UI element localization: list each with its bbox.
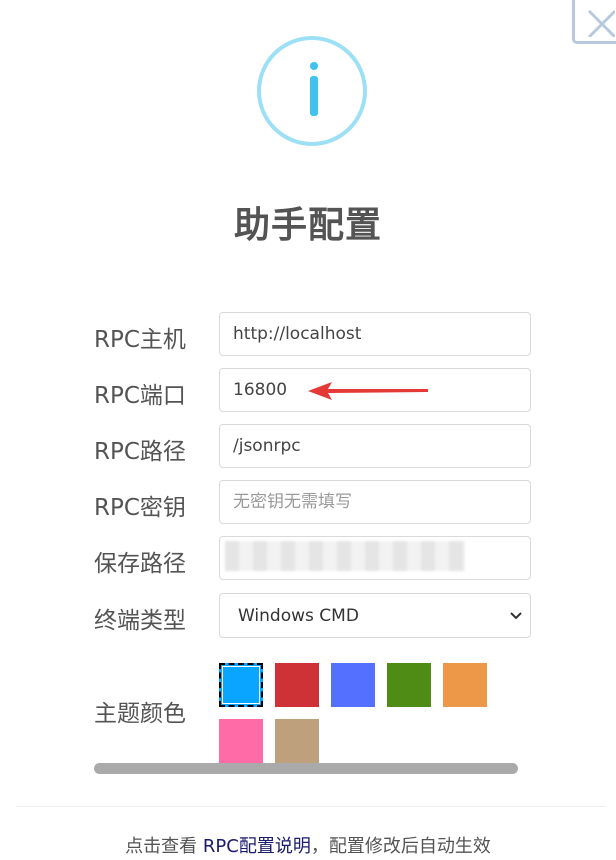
footer-suffix: ，配置修改后自动生效 [310, 836, 491, 857]
horizontal-scrollbar[interactable] [94, 763, 518, 774]
theme-color-label: 主题颜色 [94, 701, 186, 727]
theme-color-swatch[interactable] [275, 719, 319, 763]
rpc-host-label: RPC主机 [94, 327, 186, 353]
rpc-port-label: RPC端口 [94, 383, 186, 409]
info-icon [257, 36, 367, 146]
red-arrow-annotation [308, 382, 428, 400]
close-button[interactable] [572, 0, 616, 44]
theme-color-swatch[interactable] [219, 663, 263, 707]
theme-color-swatch[interactable] [219, 719, 263, 763]
theme-color-swatch[interactable] [331, 663, 375, 707]
save-path-label: 保存路径 [94, 551, 186, 577]
footer-divider [16, 806, 606, 807]
theme-color-swatch[interactable] [275, 663, 319, 707]
rpc-host-input[interactable] [219, 312, 531, 356]
theme-color-swatch[interactable] [387, 663, 431, 707]
terminal-type-value: Windows CMD [238, 606, 359, 626]
chevron-down-icon [510, 612, 522, 620]
rpc-path-input[interactable] [219, 424, 531, 468]
rpc-path-label: RPC路径 [94, 439, 186, 465]
rpc-config-help-link[interactable]: RPC配置说明 [203, 836, 311, 857]
dialog-title: 助手配置 [233, 205, 382, 246]
rpc-secret-label: RPC密钥 [94, 495, 186, 521]
terminal-type-label: 终端类型 [94, 608, 186, 634]
close-icon [587, 9, 615, 37]
terminal-type-select[interactable]: Windows CMD [219, 593, 531, 638]
footer-prefix: 点击查看 [125, 836, 203, 857]
theme-color-swatch[interactable] [443, 663, 487, 707]
rpc-secret-input[interactable] [219, 480, 531, 524]
redacted-path-mosaic [225, 541, 465, 571]
footer-note: 点击查看 RPC配置说明，配置修改后自动生效 [0, 832, 616, 858]
